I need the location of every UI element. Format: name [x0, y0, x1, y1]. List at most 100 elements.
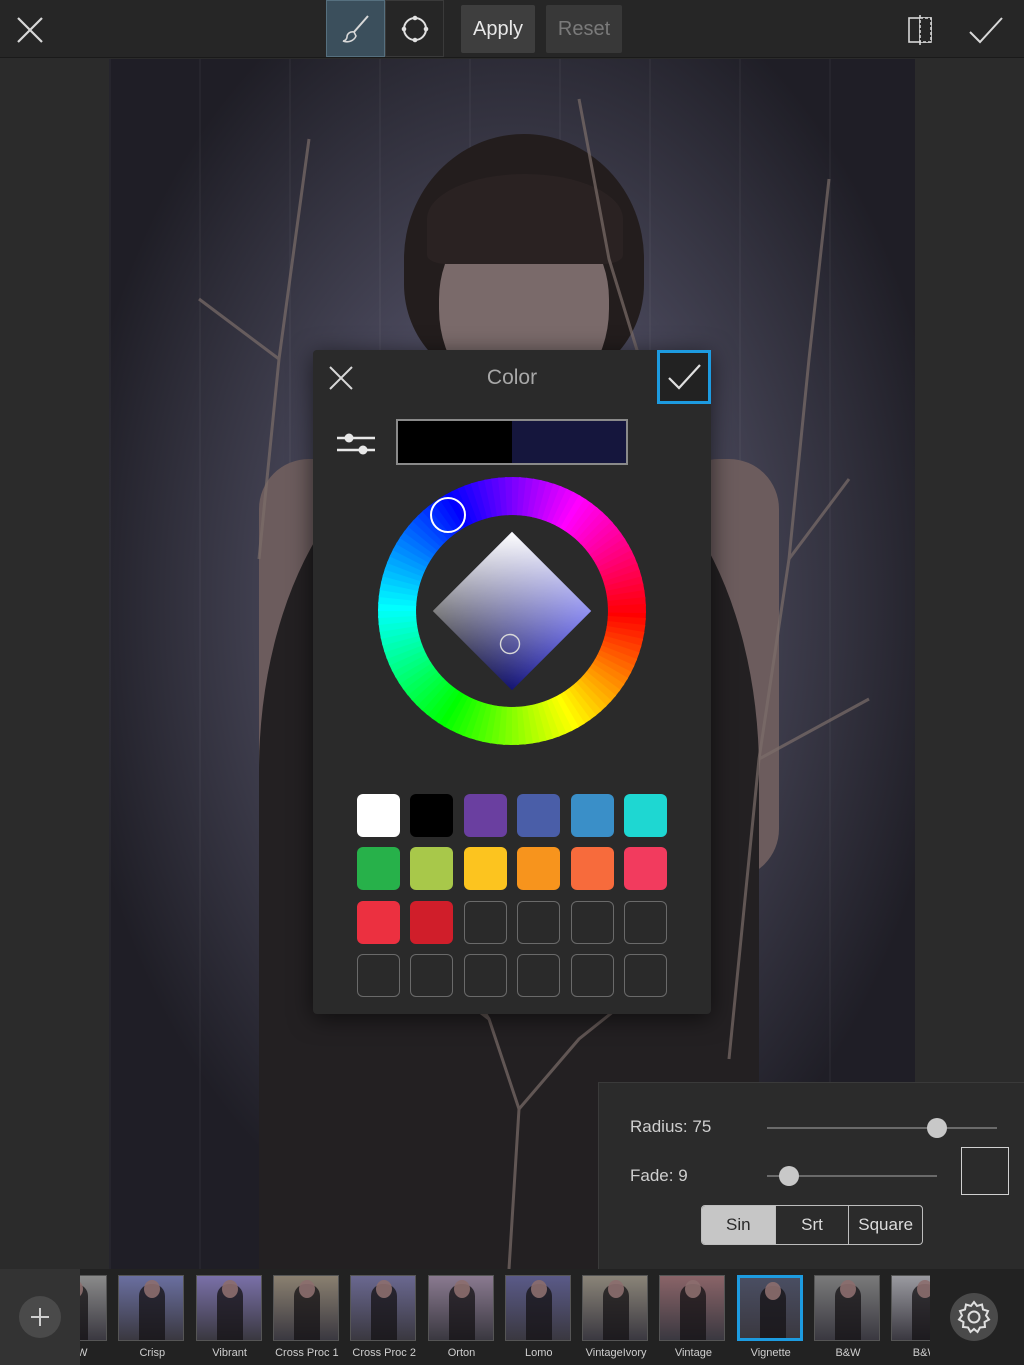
filter-preview-image — [504, 1275, 571, 1341]
color-swatch[interactable] — [463, 847, 507, 891]
shape-tool-button[interactable] — [385, 0, 444, 57]
filter-thumbnail[interactable]: Vignette — [736, 1275, 805, 1359]
vignette-settings-panel: Radius: 75 Fade: 9 Sin Srt Square — [598, 1082, 1024, 1269]
color-swatch[interactable] — [623, 847, 667, 891]
filter-thumbnail[interactable]: Orton — [427, 1275, 496, 1359]
checkmark-icon — [668, 364, 701, 390]
mode-option-square[interactable]: Square — [849, 1206, 922, 1244]
plus-icon — [19, 1296, 61, 1338]
empty-swatch-slot[interactable] — [410, 954, 454, 998]
color-swatch[interactable] — [517, 847, 561, 891]
color-swatch[interactable] — [517, 794, 561, 837]
empty-swatch-slot[interactable] — [463, 954, 507, 998]
color-swatch[interactable] — [570, 794, 614, 837]
filter-preview-image — [118, 1275, 185, 1341]
filter-preview-image — [272, 1275, 339, 1341]
mode-option-srt[interactable]: Srt — [776, 1206, 850, 1244]
filter-label: B&W — [912, 1347, 930, 1359]
color-swatch[interactable] — [410, 794, 454, 837]
gear-icon — [957, 1300, 991, 1334]
filter-thumbnail[interactable]: B&W — [814, 1275, 882, 1359]
swatch-grid — [357, 794, 669, 998]
radius-slider[interactable] — [767, 1127, 997, 1129]
empty-swatch-slot[interactable] — [623, 900, 667, 944]
fade-label: Fade: 9 — [630, 1166, 688, 1185]
color-swatch[interactable] — [570, 847, 614, 891]
previous-color-swatch[interactable] — [398, 421, 512, 463]
saturation-diamond[interactable] — [432, 531, 592, 691]
color-swatch[interactable] — [357, 847, 400, 891]
vignette-color-box[interactable] — [961, 1147, 1009, 1195]
color-wheel[interactable] — [377, 476, 647, 746]
filter-thumbnail[interactable]: Crisp — [118, 1275, 186, 1359]
empty-swatch-slot[interactable] — [570, 900, 614, 944]
filter-preview-image — [350, 1275, 417, 1341]
sliders-icon[interactable] — [335, 428, 377, 460]
filter-preview-image — [427, 1275, 494, 1341]
filter-label: Lomo — [525, 1347, 553, 1359]
filter-thumbnail[interactable]: B&W — [891, 1275, 930, 1359]
apply-button[interactable]: Apply — [461, 5, 535, 53]
empty-swatch-slot[interactable] — [517, 900, 561, 944]
top-toolbar: Apply Reset — [0, 0, 1024, 58]
radius-label: Radius: 75 — [630, 1117, 712, 1136]
filter-preview-image — [891, 1275, 930, 1341]
filter-preview-image — [582, 1275, 649, 1341]
filter-label: Orton — [447, 1347, 476, 1359]
circle-target-icon — [401, 15, 428, 42]
current-color-swatch — [512, 421, 626, 463]
filter-preview-image — [80, 1275, 107, 1341]
brush-tool-button[interactable] — [326, 0, 385, 57]
fade-slider-thumb[interactable] — [779, 1166, 799, 1186]
confirm-button[interactable] — [657, 350, 711, 404]
color-swatch[interactable] — [410, 847, 454, 891]
filter-label: Cross Proc 1 — [275, 1347, 339, 1359]
filter-thumbnail[interactable]: Lomo — [504, 1275, 573, 1359]
filter-label: Cross Proc 2 — [352, 1347, 416, 1359]
checkmark-icon[interactable] — [966, 12, 1006, 48]
radius-slider-thumb[interactable] — [927, 1118, 947, 1138]
empty-swatch-slot[interactable] — [463, 900, 507, 944]
filter-thumbnail[interactable]: Vintage — [659, 1275, 727, 1359]
mode-option-sin[interactable]: Sin — [702, 1206, 776, 1244]
compare-icon[interactable] — [902, 12, 938, 48]
filter-preview-image — [814, 1275, 880, 1341]
filter-label: Vibrant — [212, 1347, 247, 1359]
mode-segmented-control: Sin Srt Square — [701, 1205, 923, 1245]
color-swatch[interactable] — [623, 794, 667, 837]
color-swatch[interactable] — [410, 900, 454, 944]
close-icon[interactable] — [10, 10, 50, 50]
canvas-margin-left — [0, 59, 109, 1269]
filter-label: B&W — [80, 1347, 88, 1359]
empty-swatch-slot[interactable] — [517, 954, 561, 998]
empty-swatch-slot[interactable] — [357, 954, 400, 998]
brush-icon — [342, 14, 369, 43]
empty-swatch-slot[interactable] — [570, 954, 614, 998]
photo-editor: Apply Reset Color Radius: 75 Fade: 9 Sin… — [0, 0, 1024, 1365]
filter-label: B&W — [835, 1347, 861, 1359]
color-swatch[interactable] — [357, 900, 400, 944]
color-swatch[interactable] — [463, 794, 507, 837]
color-swatch[interactable] — [357, 794, 400, 837]
filter-preview-image — [659, 1275, 726, 1341]
filter-label: Vignette — [750, 1347, 791, 1359]
empty-swatch-slot[interactable] — [623, 954, 667, 998]
color-preview — [396, 419, 628, 465]
settings-gear-button[interactable] — [950, 1293, 998, 1341]
filter-thumbnail[interactable]: B&W — [80, 1275, 109, 1359]
color-picker-dialog: Color — [313, 350, 711, 1014]
filter-label: Crisp — [139, 1347, 166, 1359]
canvas-margin-right — [915, 59, 1024, 1084]
filter-thumbnail[interactable]: VintageIvory — [582, 1275, 650, 1359]
filter-strip: B&W Crisp Vibrant Cross Proc 1 Cross Proc 2 O… — [80, 1269, 930, 1365]
filter-thumbnail[interactable]: Cross Proc 2 — [350, 1275, 418, 1359]
filter-preview-image — [195, 1275, 262, 1341]
filter-label: VintageIvory — [585, 1347, 647, 1359]
add-effect-button[interactable] — [0, 1269, 80, 1365]
filter-label: Vintage — [674, 1347, 712, 1359]
filter-thumbnail[interactable]: Vibrant — [195, 1275, 264, 1359]
reset-button[interactable]: Reset — [546, 5, 622, 53]
filter-thumbnail[interactable]: Cross Proc 1 — [272, 1275, 341, 1359]
tool-group — [326, 0, 444, 57]
filter-preview-image — [736, 1275, 803, 1341]
